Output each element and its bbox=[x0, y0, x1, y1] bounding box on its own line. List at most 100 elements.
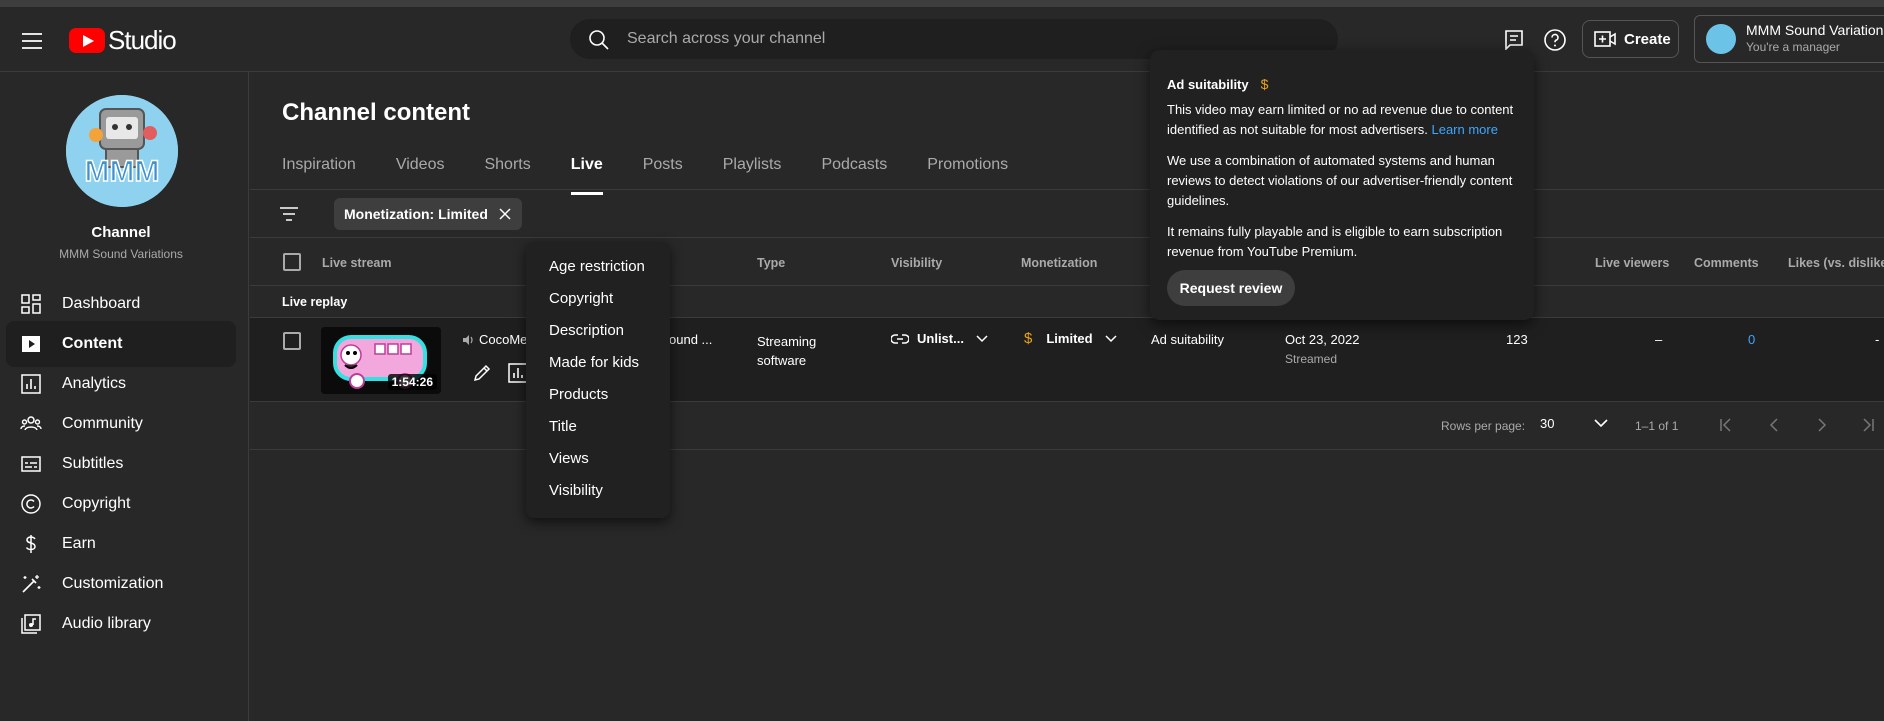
video-date: Oct 23, 2022 bbox=[1285, 332, 1360, 347]
video-title[interactable]: CocoMe bbox=[461, 332, 527, 347]
prev-page-icon[interactable] bbox=[1766, 417, 1782, 433]
customization-icon bbox=[22, 575, 41, 593]
content-tabs: Inspiration Videos Shorts Live Posts Pla… bbox=[282, 140, 1048, 195]
top-strip bbox=[0, 0, 1884, 7]
tab-playlists[interactable]: Playlists bbox=[723, 140, 782, 189]
tab-posts[interactable]: Posts bbox=[643, 140, 683, 189]
dollar-icon: $ bbox=[1024, 330, 1033, 347]
tooltip-paragraph-3: It remains fully playable and is eligibl… bbox=[1167, 224, 1503, 259]
last-page-icon[interactable] bbox=[1860, 417, 1876, 433]
tooltip-paragraph-1: This video may earn limited or no ad rev… bbox=[1167, 100, 1517, 140]
monetization-dropdown[interactable]: $ Limited bbox=[1024, 330, 1117, 347]
chevron-down-icon bbox=[976, 334, 988, 342]
rows-per-page-select[interactable]: 30 bbox=[1540, 416, 1609, 431]
visibility-value: Unlist... bbox=[917, 331, 964, 346]
channel-title: Channel bbox=[91, 224, 151, 241]
video-title-end: ound ... bbox=[669, 332, 713, 347]
sidebar-item-label: Audio library bbox=[62, 615, 151, 632]
row-checkbox[interactable] bbox=[283, 332, 301, 350]
tooltip-title: Ad suitability $ bbox=[1167, 76, 1517, 92]
tab-live[interactable]: Live bbox=[570, 140, 603, 195]
channel-avatar[interactable]: MMM bbox=[66, 95, 178, 207]
column-comments[interactable]: Comments bbox=[1694, 256, 1759, 270]
close-icon[interactable] bbox=[498, 207, 512, 221]
create-button[interactable]: Create bbox=[1582, 20, 1679, 58]
filter-chip-monetization[interactable]: Monetization: Limited bbox=[334, 198, 522, 230]
search-icon[interactable] bbox=[588, 29, 610, 51]
video-duration: 1:54:26 bbox=[387, 374, 437, 390]
create-label: Create bbox=[1624, 30, 1671, 48]
tab-promotions[interactable]: Promotions bbox=[927, 140, 1008, 189]
youtube-logo-icon bbox=[69, 28, 105, 53]
sidebar-item-label: Content bbox=[62, 335, 123, 352]
tab-inspiration[interactable]: Inspiration bbox=[282, 140, 356, 189]
studio-logo[interactable]: Studio bbox=[69, 25, 177, 56]
menu-item-visibility[interactable]: Visibility bbox=[526, 474, 670, 506]
filter-bar: Monetization: Limited bbox=[250, 190, 1884, 238]
channel-name: MMM Sound Variations bbox=[59, 247, 183, 261]
learn-more-link[interactable]: Learn more bbox=[1431, 122, 1497, 137]
subtitles-icon bbox=[21, 456, 41, 472]
svg-text:MMM: MMM bbox=[85, 155, 160, 188]
link-icon bbox=[891, 333, 909, 344]
table-header: Live stream Type Visibility Monetization… bbox=[250, 239, 1884, 286]
table-row[interactable]: 1:54:26 CocoMe ound ... Streaming softwa… bbox=[250, 318, 1884, 402]
monetization-value: Limited bbox=[1046, 331, 1093, 346]
menu-icon[interactable] bbox=[19, 28, 45, 54]
help-icon[interactable] bbox=[1542, 27, 1568, 53]
video-date-status: Streamed bbox=[1285, 352, 1338, 366]
edit-icon[interactable] bbox=[471, 362, 493, 384]
content-icon bbox=[22, 336, 40, 352]
restrictions-value[interactable]: Ad suitability bbox=[1151, 332, 1224, 347]
video-thumbnail[interactable]: 1:54:26 bbox=[321, 327, 441, 394]
chevron-down-icon bbox=[1594, 419, 1609, 428]
header: Studio Create MMM Sound Variations You'r… bbox=[0, 7, 1884, 72]
chevron-down-icon bbox=[1105, 334, 1117, 342]
ad-suitability-tooltip: Ad suitability $ This video may earn lim… bbox=[1150, 50, 1534, 320]
filter-icon[interactable] bbox=[278, 203, 300, 225]
column-live-viewers[interactable]: Live viewers bbox=[1595, 256, 1669, 270]
account-role: You're a manager bbox=[1746, 40, 1840, 54]
tab-videos[interactable]: Videos bbox=[396, 140, 445, 189]
restrictions-menu: Age restriction Copyright Description Ma… bbox=[526, 242, 670, 518]
tooltip-paragraph-2: We use a combination of automated system… bbox=[1167, 153, 1513, 208]
menu-item-copyright[interactable]: Copyright bbox=[526, 282, 670, 314]
sidebar-item-audio-library[interactable]: Audio library bbox=[6, 601, 236, 647]
menu-item-age-restriction[interactable]: Age restriction bbox=[526, 250, 670, 282]
main-content: Channel content Inspiration Videos Short… bbox=[250, 72, 1884, 721]
tooltip-title-text: Ad suitability bbox=[1167, 76, 1249, 92]
request-review-button[interactable]: Request review bbox=[1167, 270, 1295, 306]
menu-item-made-for-kids[interactable]: Made for kids bbox=[526, 346, 670, 378]
select-all-checkbox[interactable] bbox=[283, 253, 301, 271]
live-audio-icon bbox=[463, 334, 473, 345]
earn-icon bbox=[25, 535, 36, 553]
next-page-icon[interactable] bbox=[1814, 417, 1830, 433]
menu-item-title[interactable]: Title bbox=[526, 410, 670, 442]
sidebar-item-label: Earn bbox=[62, 535, 96, 552]
menu-item-products[interactable]: Products bbox=[526, 378, 670, 410]
comments-value[interactable]: 0 bbox=[1748, 332, 1755, 347]
video-title-start: CocoMe bbox=[479, 332, 528, 347]
page-title: Channel content bbox=[282, 99, 471, 126]
rows-per-page-label: Rows per page: bbox=[1441, 419, 1526, 433]
account-switcher[interactable]: MMM Sound Variations You're a manager bbox=[1694, 15, 1884, 63]
logo-text: Studio bbox=[108, 25, 177, 55]
sidebar-item-label: Copyright bbox=[62, 495, 131, 512]
column-live-stream[interactable]: Live stream bbox=[322, 256, 391, 270]
likes-value: - bbox=[1875, 332, 1880, 347]
column-type: Type bbox=[757, 256, 786, 270]
menu-item-views[interactable]: Views bbox=[526, 442, 670, 474]
first-page-icon[interactable] bbox=[1718, 417, 1734, 433]
tab-shorts[interactable]: Shorts bbox=[484, 140, 530, 189]
sidebar-item-label: Customization bbox=[62, 575, 164, 592]
video-type: Streaming software bbox=[757, 334, 817, 368]
sidebar: MMM Channel MMM Sound Variations Dashboa… bbox=[0, 72, 249, 721]
live-viewers-value: – bbox=[1655, 332, 1663, 347]
column-likes[interactable]: Likes (vs. dislikes) bbox=[1788, 256, 1884, 270]
menu-item-description[interactable]: Description bbox=[526, 314, 670, 346]
account-avatar bbox=[1706, 24, 1736, 54]
create-video-icon bbox=[1594, 31, 1616, 47]
visibility-dropdown[interactable]: Unlist... bbox=[891, 331, 988, 346]
tab-podcasts[interactable]: Podcasts bbox=[821, 140, 887, 189]
sidebar-item-label: Analytics bbox=[62, 375, 127, 392]
